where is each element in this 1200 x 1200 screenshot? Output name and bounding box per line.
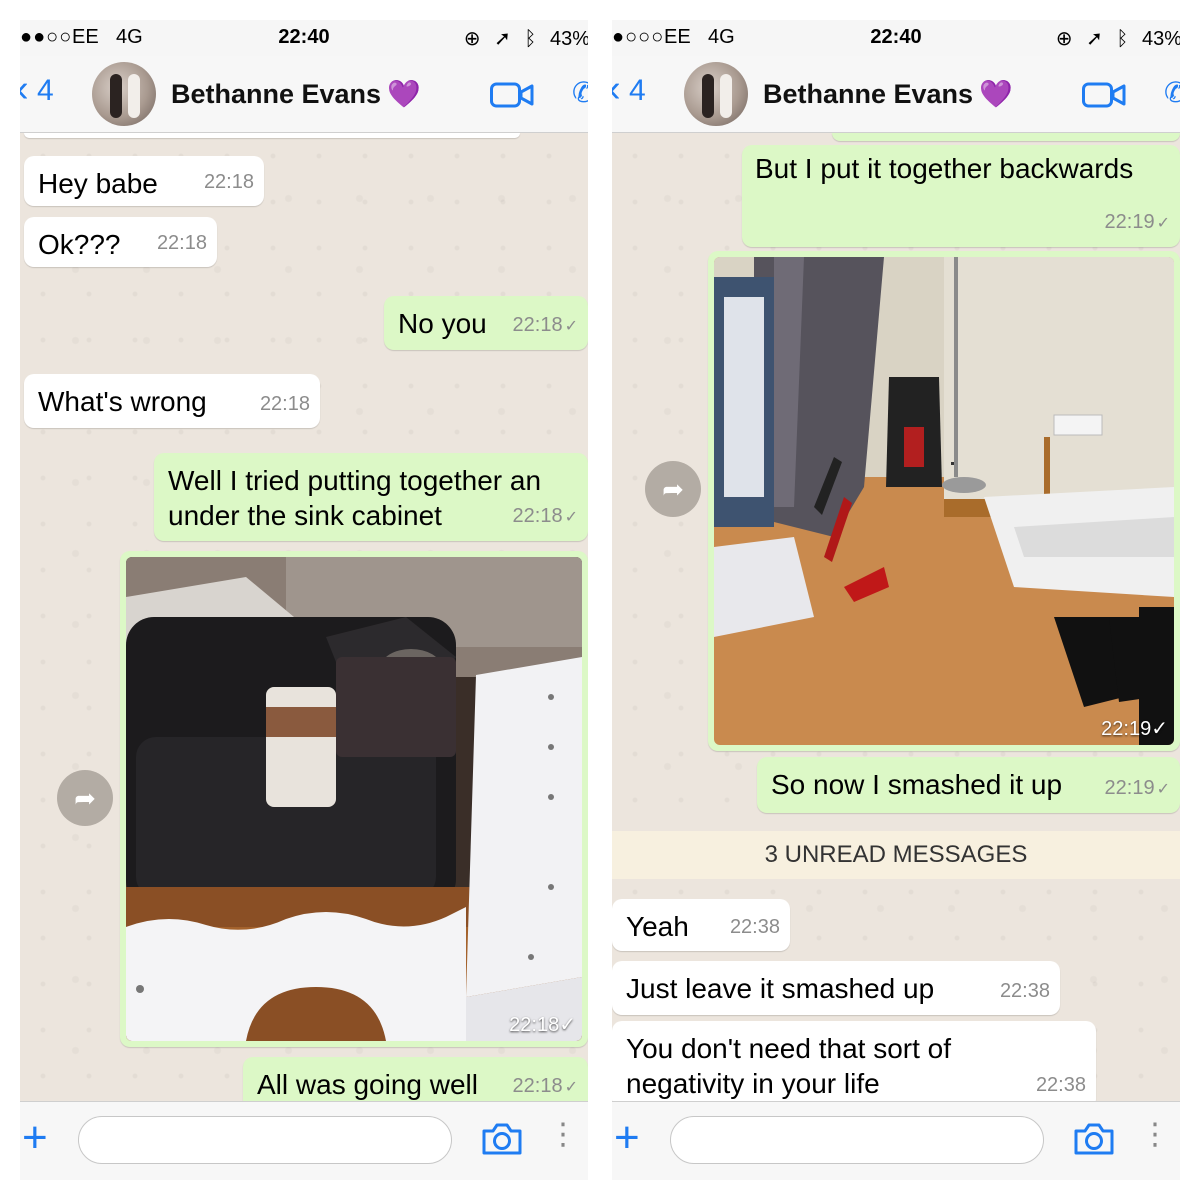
- location-arrow-icon: ➚: [494, 28, 511, 50]
- message-bubble[interactable]: But I put it together backwards 22:19 ✓: [742, 145, 1180, 247]
- delivered-check-icon: ✓: [1156, 781, 1170, 798]
- status-bar: ●●○○ EE 4G 22:40 ⊕ ➚ ᛒ 43%: [20, 20, 588, 56]
- chat-header: ‹ 4 Bethanne Evans💜 ✆: [20, 56, 588, 133]
- forward-arrow-icon: ➦: [662, 474, 684, 504]
- location-arrow-icon: ➚: [1086, 28, 1103, 50]
- delivered-check-icon: ✓: [564, 1079, 578, 1096]
- delivered-check-icon: ✓: [564, 318, 578, 335]
- message-input[interactable]: [78, 1116, 452, 1164]
- message-bubble-partial: [832, 133, 1180, 141]
- delivered-check-icon: ✓: [564, 509, 578, 526]
- message-input-bar: + ⋮: [612, 1101, 1180, 1180]
- unread-chats-count: 4: [629, 74, 646, 107]
- unread-messages-divider: 3 UNREAD MESSAGES: [612, 831, 1180, 879]
- message-bubble[interactable]: Yeah 22:38: [612, 899, 790, 951]
- message-bubble-partial: [24, 133, 520, 138]
- back-button[interactable]: ‹ 4: [20, 70, 54, 108]
- message-time: 22:18✓: [512, 505, 578, 527]
- phone-call-icon[interactable]: ✆: [1164, 76, 1180, 109]
- message-time: 22:38: [999, 980, 1050, 1002]
- back-button[interactable]: ‹ 4: [612, 70, 646, 108]
- attach-plus-icon[interactable]: +: [22, 1116, 48, 1160]
- message-bubble[interactable]: So now I smashed it up 22:19 ✓: [757, 757, 1180, 813]
- message-time: 22:18✓: [509, 1014, 576, 1036]
- message-time: 22:18✓: [512, 314, 578, 336]
- message-time: 22:19✓: [1104, 211, 1170, 233]
- status-right: ⊕ ➚ ᛒ 43%: [456, 26, 588, 51]
- battery-percent: 43%: [549, 28, 588, 50]
- purple-heart-emoji: 💜: [979, 79, 1013, 109]
- message-list[interactable]: Hey babe 22:18 Ok??? 22:18 No you 22:18 ✓…: [20, 133, 588, 1101]
- camera-icon[interactable]: [1073, 1122, 1115, 1156]
- message-bubble[interactable]: Ok??? 22:18: [24, 217, 217, 267]
- message-list[interactable]: But I put it together backwards 22:19 ✓ ➦: [612, 133, 1180, 1101]
- photo-cabinet-parts-on-sofa: [126, 557, 582, 1041]
- battery-percent: 43%: [1141, 28, 1180, 50]
- chevron-left-icon: ‹: [612, 68, 621, 110]
- chat-header: ‹ 4 Bethanne Evans💜 ✆: [612, 56, 1180, 133]
- orientation-lock-icon: ⊕: [1055, 28, 1073, 50]
- message-time: 22:19✓: [1104, 777, 1170, 799]
- orientation-lock-icon: ⊕: [463, 28, 481, 50]
- message-time: 22:18: [203, 171, 254, 193]
- forward-button[interactable]: ➦: [645, 461, 701, 517]
- contact-name[interactable]: Bethanne Evans 💜: [171, 78, 421, 110]
- chat-screen-right: ●○○○ EE 4G 22:40 ⊕ ➚ ᛒ 43% ‹ 4 Bethanne …: [612, 20, 1180, 1180]
- message-time: 22:19✓: [1101, 718, 1168, 740]
- chat-screen-left: ●●○○ EE 4G 22:40 ⊕ ➚ ᛒ 43% ‹ 4 Bethanne …: [20, 20, 588, 1180]
- message-time: 22:38: [729, 916, 780, 938]
- photo-message[interactable]: 22:19✓: [708, 251, 1180, 751]
- message-bubble[interactable]: No you 22:18 ✓: [384, 296, 588, 350]
- video-call-icon[interactable]: [490, 82, 534, 108]
- contact-avatar[interactable]: [684, 62, 748, 126]
- message-bubble[interactable]: What's wrong 22:18: [24, 374, 320, 428]
- forward-arrow-icon: ➦: [74, 783, 96, 813]
- video-call-icon[interactable]: [1082, 82, 1126, 108]
- message-time: 22:18: [259, 393, 310, 415]
- message-bubble[interactable]: All was going well 22:18 ✓: [243, 1057, 588, 1101]
- message-time: 22:38: [1035, 1074, 1086, 1096]
- delivered-check-icon: ✓: [1151, 718, 1168, 740]
- delivered-check-icon: ✓: [559, 1014, 576, 1036]
- microphone-icon[interactable]: ⋮: [1140, 1120, 1170, 1150]
- purple-heart-emoji: 💜: [387, 79, 421, 109]
- message-bubble[interactable]: Hey babe 22:18: [24, 156, 264, 206]
- message-input-bar: + ⋮: [20, 1101, 588, 1180]
- camera-icon[interactable]: [481, 1122, 523, 1156]
- bluetooth-icon: ᛒ: [524, 28, 537, 50]
- bluetooth-icon: ᛒ: [1116, 28, 1129, 50]
- contact-avatar[interactable]: [92, 62, 156, 126]
- status-right: ⊕ ➚ ᛒ 43%: [1048, 26, 1180, 51]
- attach-plus-icon[interactable]: +: [614, 1116, 640, 1160]
- photo-message[interactable]: 22:18✓: [120, 551, 588, 1047]
- message-bubble[interactable]: You don't need that sort of negativity i…: [612, 1021, 1096, 1101]
- unread-chats-count: 4: [37, 74, 54, 107]
- status-bar: ●○○○ EE 4G 22:40 ⊕ ➚ ᛒ 43%: [612, 20, 1180, 56]
- photo-smashed-cabinet-on-floor: [714, 257, 1174, 745]
- chevron-left-icon: ‹: [20, 68, 29, 110]
- delivered-check-icon: ✓: [1156, 215, 1170, 232]
- microphone-icon[interactable]: ⋮: [548, 1120, 578, 1150]
- contact-name[interactable]: Bethanne Evans 💜: [763, 78, 1013, 110]
- phone-call-icon[interactable]: ✆: [572, 76, 588, 109]
- message-input[interactable]: [670, 1116, 1044, 1164]
- message-time: 22:18✓: [512, 1075, 578, 1097]
- message-bubble[interactable]: Well I tried putting together an under t…: [154, 453, 588, 541]
- message-time: 22:18: [156, 232, 207, 254]
- message-bubble[interactable]: Just leave it smashed up 22:38: [612, 961, 1060, 1015]
- forward-button[interactable]: ➦: [57, 770, 113, 826]
